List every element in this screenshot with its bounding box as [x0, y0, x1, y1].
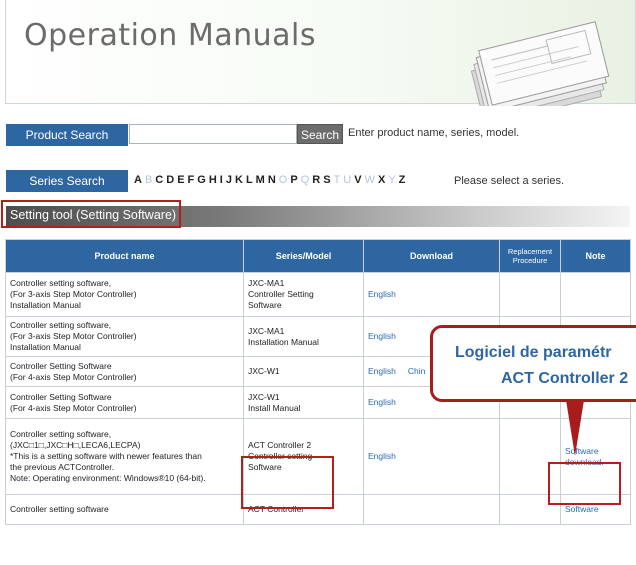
product-name-cell: Controller setting software, (JXC□1□,JXC□… [5, 418, 244, 495]
series-cell: JXC-W1 [243, 356, 364, 387]
series-highlight-box [241, 456, 334, 509]
product-name-line: Note: Operating environment: Windows®10 … [10, 473, 206, 483]
product-name-cell: Controller setting software [5, 494, 244, 525]
series-letter[interactable]: V [354, 174, 361, 186]
callout-line-1: Logiciel de paramétr [455, 344, 612, 361]
product-name-line: Controller setting software [10, 504, 109, 514]
product-search-label: Product Search [6, 124, 128, 146]
series-line: JXC-MA1 [248, 278, 285, 288]
callout-box: Logiciel de paramétr ACT Controller 2 [430, 325, 636, 402]
series-letter[interactable]: K [235, 174, 243, 186]
col-note: Note [560, 239, 631, 273]
series-letter[interactable]: S [323, 174, 330, 186]
page-title: Operation Manuals [24, 18, 316, 53]
download-link-english[interactable]: English [368, 366, 396, 376]
product-name-cell: Controller setting software, (For 3-axis … [5, 316, 244, 357]
series-letter[interactable]: R [312, 174, 320, 186]
series-line: Installation Manual [248, 336, 319, 347]
series-letter[interactable]: M [256, 174, 265, 186]
series-cell: JXC-MA1 Installation Manual [243, 316, 364, 357]
series-letter[interactable]: A [134, 174, 142, 186]
product-name-cell: Controller setting software, (For 3-axis … [5, 272, 244, 317]
product-search-hint: Enter product name, series, model. [348, 127, 520, 139]
callout-line-2: ACT Controller 2 [501, 370, 629, 387]
download-link-english[interactable]: English [368, 397, 396, 407]
series-line: Controller Setting [248, 289, 314, 299]
product-name-line: Controller setting software, [10, 429, 112, 439]
replacement-cell [499, 272, 561, 317]
series-letter-index: ABCDEFGHIJKLMNOPQRSTUVWXYZ [134, 174, 408, 186]
table-header-row: Product name Series/Model Download Repla… [5, 239, 631, 273]
series-letter: T [333, 174, 341, 186]
page-header: Operation Manuals [5, 0, 636, 106]
col-download: Download [363, 239, 500, 273]
product-name-line: *This is a setting software with newer f… [10, 451, 202, 461]
series-line: ACT Controller 2 [248, 440, 312, 450]
software-download-link[interactable]: Software [565, 504, 599, 514]
series-letter[interactable]: E [177, 174, 184, 186]
series-line: Software [248, 300, 282, 310]
download-cell: English [363, 272, 500, 317]
series-letter: Y [388, 174, 396, 186]
series-letter[interactable]: G [197, 174, 206, 186]
series-letter: B [144, 174, 153, 186]
series-letter[interactable]: J [226, 174, 232, 186]
table-row: Controller setting software, (For 3-axis … [5, 272, 631, 317]
note-highlight-box [548, 462, 621, 505]
product-name-cell: Controller Setting Software (For 4-axis S… [5, 356, 244, 387]
product-name-line: Installation Manual [10, 300, 81, 310]
product-name-cell: Controller Setting Software (For 4-axis S… [5, 386, 244, 419]
series-letter[interactable]: Z [399, 174, 406, 186]
series-letter[interactable]: N [268, 174, 276, 186]
download-link-english[interactable]: English [368, 331, 396, 341]
product-name-line: Controller setting software, [10, 320, 112, 330]
section-highlight-box [1, 200, 181, 228]
col-replacement: Replacement Procedure [499, 239, 561, 273]
product-name-line: (For 3-axis Step Motor Controller) [10, 331, 137, 341]
col-product-name: Product name [5, 239, 244, 273]
product-name-line: the previous ACTController. [10, 462, 114, 472]
col-series-model: Series/Model [243, 239, 364, 273]
series-letter[interactable]: L [246, 174, 253, 186]
series-letter[interactable]: P [290, 174, 297, 186]
series-search-hint: Please select a series. [454, 175, 565, 187]
series-letter: O [278, 174, 288, 186]
series-letter[interactable]: D [166, 174, 174, 186]
note-cell [560, 272, 631, 317]
series-letter[interactable]: F [188, 174, 195, 186]
series-line: Install Manual [248, 402, 301, 413]
product-name-line: (For 4-axis Step Motor Controller) [10, 402, 137, 413]
series-letter: W [364, 174, 375, 186]
product-search-input[interactable] [129, 124, 297, 144]
page: Operation Manuals Product Search Search … [0, 0, 636, 565]
product-name-line: Controller Setting Software [10, 360, 112, 371]
series-cell: JXC-W1 Install Manual [243, 386, 364, 419]
download-cell [363, 494, 500, 525]
series-search-label: Series Search [6, 170, 128, 192]
product-name-line: (For 4-axis Step Motor Controller) [10, 371, 137, 382]
series-letter[interactable]: X [378, 174, 385, 186]
download-cell: English [363, 418, 500, 495]
product-name-line: (For 3-axis Step Motor Controller) [10, 289, 137, 299]
series-letter: Q [300, 174, 310, 186]
series-letter[interactable]: I [220, 174, 223, 186]
series-line: JXC-MA1 [248, 325, 285, 336]
callout-pointer [566, 400, 584, 456]
product-name-line: (JXC□1□,JXC□H□,LECA6,LECPA) [10, 440, 141, 450]
series-line: JXC-W1 [248, 366, 280, 376]
series-letter[interactable]: H [209, 174, 217, 186]
series-line: JXC-W1 [248, 391, 280, 402]
product-name-line: Installation Manual [10, 342, 81, 352]
download-link-english[interactable]: English [368, 289, 396, 299]
series-letter: U [343, 174, 352, 186]
product-name-line: Controller setting software, [10, 278, 112, 288]
series-letter[interactable]: C [155, 174, 163, 186]
product-name-line: Controller Setting Software [10, 391, 112, 402]
download-link-chinese[interactable]: Chin [408, 366, 425, 376]
series-cell: JXC-MA1 Controller Setting Software [243, 272, 364, 317]
manuals-illustration [470, 21, 610, 106]
download-link-english[interactable]: English [368, 451, 396, 461]
search-button[interactable]: Search [297, 124, 343, 144]
